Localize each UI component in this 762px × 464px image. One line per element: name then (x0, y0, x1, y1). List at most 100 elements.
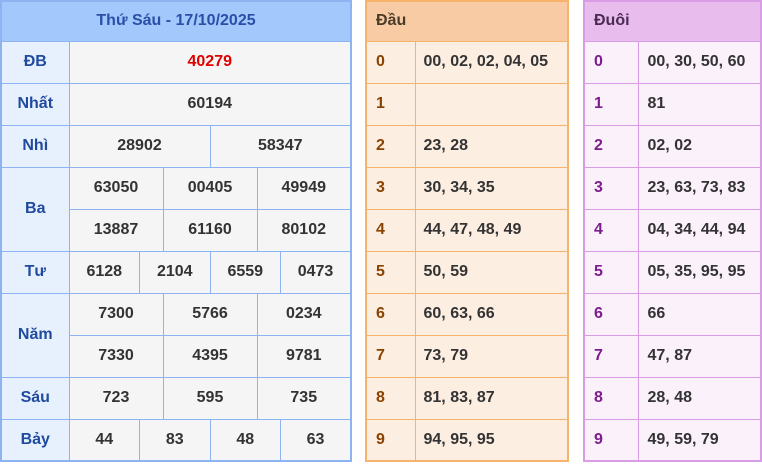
prize-row-first: Nhất 60194 (0, 82, 352, 126)
head-digit: 2 (365, 124, 416, 168)
prize-number: 44 (68, 418, 140, 462)
prize-number: 0234 (256, 292, 352, 336)
prize-label: Năm (0, 292, 70, 378)
tail-digit: 4 (583, 208, 639, 252)
head-values: 00, 02, 02, 04, 05 (414, 40, 569, 84)
head-row: 2 23, 28 (365, 124, 569, 168)
tail-digit: 3 (583, 166, 639, 210)
head-row: 7 73, 79 (365, 334, 569, 378)
prize-number: 4395 (162, 334, 258, 378)
head-digit-table: Đầu 0 00, 02, 02, 04, 05 1 2 23, 28 3 30, 3… (365, 0, 569, 462)
head-digit: 8 (365, 376, 416, 420)
head-row: 6 60, 63, 66 (365, 292, 569, 336)
head-values: 44, 47, 48, 49 (414, 208, 569, 252)
prize-label: Ba (0, 166, 70, 252)
head-row: 1 (365, 82, 569, 126)
tail-digit-table: Đuôi 0 00, 30, 50, 60 1 81 2 02, 02 3 23, 63… (583, 0, 762, 462)
head-digit: 7 (365, 334, 416, 378)
prize-row-special: ĐB 40279 (0, 40, 352, 84)
head-values: 23, 28 (414, 124, 569, 168)
prize-number: 7300 (68, 292, 164, 336)
head-values (414, 82, 569, 126)
prize-label: Nhì (0, 124, 70, 168)
prize-row-third: Ba 63050 00405 49949 (0, 166, 352, 252)
head-values: 81, 83, 87 (414, 376, 569, 420)
prize-number: 60194 (68, 82, 352, 126)
tail-digit: 1 (583, 82, 639, 126)
prize-number: 5766 (162, 292, 258, 336)
prize-number: 49949 (256, 166, 352, 210)
prize-label: Tư (0, 250, 70, 294)
tail-values: 00, 30, 50, 60 (637, 40, 762, 84)
head-row: 9 94, 95, 95 (365, 418, 569, 462)
head-row: 8 81, 83, 87 (365, 376, 569, 420)
prize-number: 9781 (256, 334, 352, 378)
prize-number: 6128 (68, 250, 140, 294)
tail-digit: 9 (583, 418, 639, 462)
head-values: 73, 79 (414, 334, 569, 378)
tail-digit: 7 (583, 334, 639, 378)
prize-number: 28902 (68, 124, 211, 168)
prize-row-fifth: Năm 7300 5766 0234 (0, 292, 352, 378)
prize-number: 2104 (139, 250, 211, 294)
head-row: 3 30, 34, 35 (365, 166, 569, 210)
head-digit: 0 (365, 40, 416, 84)
prize-row-second: Nhì 28902 58347 (0, 124, 352, 168)
prize-row-seventh: Bảy 44 83 48 63 (0, 418, 352, 462)
prize-number: 61160 (162, 208, 258, 252)
tail-row: 0 00, 30, 50, 60 (583, 40, 762, 84)
tail-values: 02, 02 (637, 124, 762, 168)
tail-row: 7 47, 87 (583, 334, 762, 378)
tail-values: 28, 48 (637, 376, 762, 420)
head-digit: 3 (365, 166, 416, 210)
prize-number: 7330 (68, 334, 164, 378)
head-digit: 9 (365, 418, 416, 462)
tail-row: 2 02, 02 (583, 124, 762, 168)
tail-values: 05, 35, 95, 95 (637, 250, 762, 294)
head-values: 94, 95, 95 (414, 418, 569, 462)
tail-digit: 0 (583, 40, 639, 84)
results-table: Thứ Sáu - 17/10/2025 ĐB 40279 Nhất 60194… (0, 0, 352, 462)
head-digit: 1 (365, 82, 416, 126)
tail-row: 3 23, 63, 73, 83 (583, 166, 762, 210)
prize-row-sixth: Sáu 723 595 735 (0, 376, 352, 420)
prize-row-fourth: Tư 6128 2104 6559 0473 (0, 250, 352, 294)
tail-digit: 8 (583, 376, 639, 420)
tail-values: 23, 63, 73, 83 (637, 166, 762, 210)
prize-label: Nhất (0, 82, 70, 126)
results-header-row: Thứ Sáu - 17/10/2025 (1, 1, 351, 41)
tail-values: 66 (637, 292, 762, 336)
tail-table-header: Đuôi (584, 1, 761, 41)
prize-number: 40279 (68, 40, 352, 84)
tail-values: 04, 34, 44, 94 (637, 208, 762, 252)
tail-row: 4 04, 34, 44, 94 (583, 208, 762, 252)
head-values: 50, 59 (414, 250, 569, 294)
prize-number: 48 (209, 418, 281, 462)
tail-digit: 6 (583, 292, 639, 336)
prize-label: Sáu (0, 376, 70, 420)
head-row: 5 50, 59 (365, 250, 569, 294)
prize-label: ĐB (0, 40, 70, 84)
prize-number: 723 (68, 376, 164, 420)
prize-number: 00405 (162, 166, 258, 210)
head-row: 0 00, 02, 02, 04, 05 (365, 40, 569, 84)
prize-number: 63 (280, 418, 352, 462)
prize-number: 83 (139, 418, 211, 462)
prize-number: 63050 (68, 166, 164, 210)
head-digit: 5 (365, 250, 416, 294)
prize-number: 80102 (256, 208, 352, 252)
results-date-title: Thứ Sáu - 17/10/2025 (1, 1, 351, 41)
tail-values: 81 (637, 82, 762, 126)
prize-number: 58347 (209, 124, 352, 168)
prize-number: 13887 (68, 208, 164, 252)
tail-row: 6 66 (583, 292, 762, 336)
prize-number: 595 (162, 376, 258, 420)
head-table-header-blank (415, 1, 568, 41)
head-values: 30, 34, 35 (414, 166, 569, 210)
tail-digit: 5 (583, 250, 639, 294)
tail-digit: 2 (583, 124, 639, 168)
head-values: 60, 63, 66 (414, 292, 569, 336)
head-row: 4 44, 47, 48, 49 (365, 208, 569, 252)
prize-label: Bảy (0, 418, 70, 462)
prize-number: 0473 (280, 250, 352, 294)
